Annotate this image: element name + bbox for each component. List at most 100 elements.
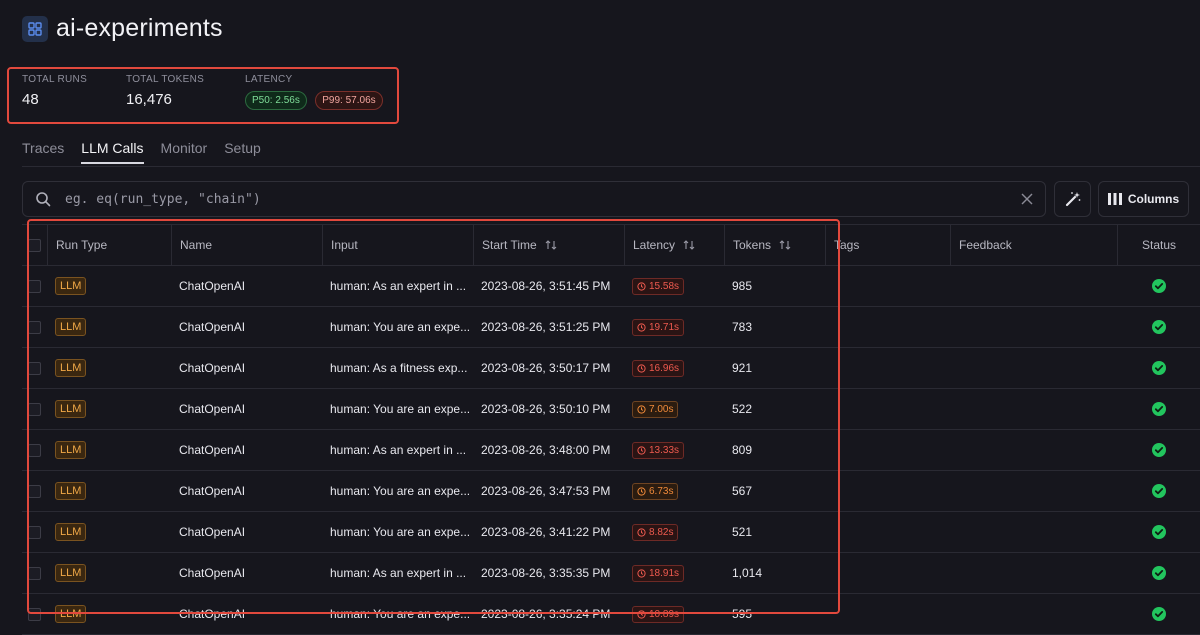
column-header-tokens[interactable]: Tokens [724,225,825,265]
tags-cell [825,512,950,552]
table-row[interactable]: LLM ChatOpenAI human: You are an expe... 20… [22,471,1200,512]
name-cell: ChatOpenAI [179,402,246,416]
tokens-cell: 567 [732,484,753,498]
sort-icon[interactable] [683,239,695,251]
search-input[interactable] [63,190,1021,208]
select-all-checkbox[interactable] [28,238,41,252]
latency-stat: LATENCY P50: 2.56s P99: 57.06s [245,74,387,110]
close-icon[interactable] [1021,193,1033,205]
feedback-cell [950,266,1117,306]
columns-label: Columns [1127,192,1180,206]
row-select-cell [22,266,47,306]
tags-cell [825,266,950,306]
start-time-cell: 2023-08-26, 3:41:22 PM [481,525,611,539]
latency-cell: 10.89s [624,594,724,634]
status-cell [1117,594,1200,634]
tags-cell [825,553,950,593]
status-cell [1117,430,1200,470]
page-title: ai-experiments [56,14,223,42]
table-row[interactable]: LLM ChatOpenAI human: You are an expe... 20… [22,389,1200,430]
column-header-name: Name [171,225,322,265]
status-cell [1117,266,1200,306]
row-checkbox[interactable] [28,607,41,621]
column-header-latency[interactable]: Latency [624,225,724,265]
feedback-cell [950,471,1117,511]
row-checkbox[interactable] [28,361,41,375]
name-cell: ChatOpenAI [179,566,246,580]
row-checkbox[interactable] [28,443,41,457]
latency-column-label: Latency [633,238,676,252]
sort-icon[interactable] [779,239,791,251]
total-tokens-value: 16,476 [126,91,172,108]
clock-icon [637,568,646,578]
input-cell: human: As an expert in ... [330,279,467,293]
total-runs-stat: TOTAL RUNS 48 [22,74,87,108]
status-cell [1117,553,1200,593]
p50-badge: P50: 2.56s [245,91,307,110]
row-checkbox[interactable] [28,525,41,539]
success-status-icon [1151,361,1166,375]
run-type-cell: LLM [47,307,171,347]
tokens-cell: 521 [732,525,753,539]
tokens-cell: 783 [732,320,753,334]
row-checkbox[interactable] [28,402,41,416]
row-checkbox[interactable] [28,566,41,580]
input-cell: human: As a fitness exp... [330,361,468,375]
tags-cell [825,389,950,429]
tab-monitor[interactable]: Monitor [161,140,208,164]
run-type-badge: LLM [55,400,87,418]
magic-query-button[interactable] [1054,181,1091,217]
sort-icon[interactable] [545,239,557,251]
tab-llm-calls[interactable]: LLM Calls [81,140,144,164]
input-cell: human: As an expert in ... [330,443,467,457]
start-time-label: Start Time [482,238,537,252]
start-time-cell: 2023-08-26, 3:50:17 PM [481,361,611,375]
row-select-cell [22,594,47,634]
search-icon [36,192,51,207]
input-cell: human: You are an expe... [330,607,471,621]
tokens-cell: 921 [732,361,753,375]
table-row[interactable]: LLM ChatOpenAI human: You are an expe... 20… [22,512,1200,553]
tab-setup[interactable]: Setup [224,140,261,164]
latency-label: LATENCY [245,74,293,85]
latency-cell: 6.73s [624,471,724,511]
latency-cell: 13.33s [624,430,724,470]
tabs-divider [22,166,1200,167]
tokens-cell: 522 [732,402,753,416]
row-checkbox[interactable] [28,320,41,334]
latency-cell: 16.96s [624,348,724,388]
table-row[interactable]: LLM ChatOpenAI human: As an expert in ... 2… [22,430,1200,471]
tokens-column-label: Tokens [733,238,772,252]
run-type-badge: LLM [55,441,87,459]
columns-button[interactable]: Columns [1098,181,1189,217]
run-type-badge: LLM [55,318,87,336]
start-time-cell: 2023-08-26, 3:35:35 PM [481,566,611,580]
clock-icon [637,527,646,537]
table-row[interactable]: LLM ChatOpenAI human: You are an expe... 20… [22,307,1200,348]
latency-badge: 13.33s [632,441,685,459]
latency-badge: 15.58s [632,277,685,295]
total-tokens-stat: TOTAL TOKENS 16,476 [126,74,204,108]
latency-value: 7.00s [649,403,674,415]
column-header-feedback: Feedback [950,225,1117,265]
table-row[interactable]: LLM ChatOpenAI human: You are an expe... 20… [22,594,1200,635]
name-cell: ChatOpenAI [179,484,246,498]
table-header: Run Type Name Input Start Time Latency T… [22,224,1200,266]
run-type-cell: LLM [47,266,171,306]
row-checkbox[interactable] [28,484,41,498]
name-cell: ChatOpenAI [179,361,246,375]
input-cell: human: You are an expe... [330,525,471,539]
clock-icon [637,486,646,496]
tab-traces[interactable]: Traces [22,140,64,164]
row-select-cell [22,430,47,470]
feedback-cell [950,307,1117,347]
total-runs-label: TOTAL RUNS [22,74,88,85]
latency-badge: 8.82s [632,523,679,541]
table-row[interactable]: LLM ChatOpenAI human: As an expert in ... 2… [22,553,1200,594]
table-row[interactable]: LLM ChatOpenAI human: As an expert in ... 2… [22,266,1200,307]
column-header-start-time[interactable]: Start Time [473,225,624,265]
table-row[interactable]: LLM ChatOpenAI human: As a fitness exp... 2… [22,348,1200,389]
column-header-input: Input [322,225,473,265]
row-checkbox[interactable] [28,279,41,293]
latency-value: 6.73s [649,485,674,497]
